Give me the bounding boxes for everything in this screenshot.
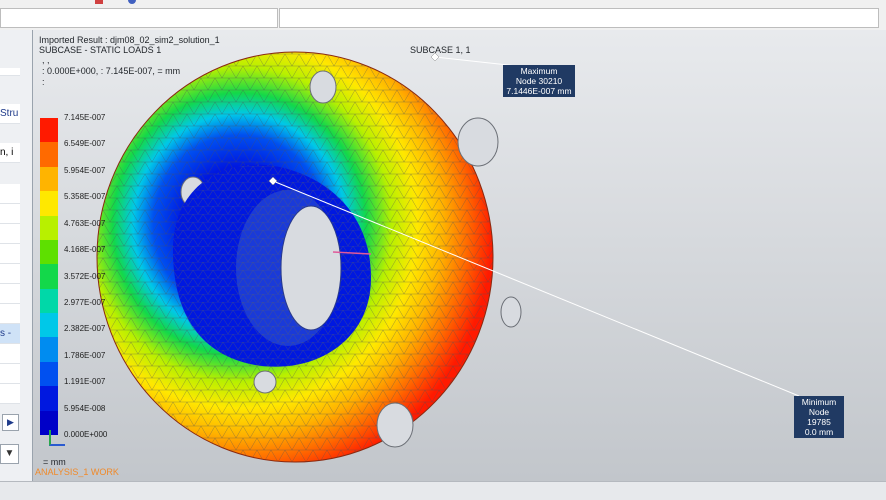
result-title: Imported Result : djm08_02_sim2_solution… bbox=[39, 35, 220, 45]
result-range: : 0.000E+000, : 7.145E-007, = mm bbox=[42, 66, 181, 76]
blue-tool-icon[interactable] bbox=[128, 0, 136, 4]
scale-label: 1.786E-007 bbox=[64, 350, 106, 360]
tree-row[interactable] bbox=[0, 284, 20, 304]
scale-swatch bbox=[40, 313, 58, 338]
min-title: Minimum bbox=[801, 397, 837, 407]
min-callout: Minimum Node 19785 0.0 mm bbox=[794, 396, 844, 438]
scale-label: 7.145E-007 bbox=[64, 113, 106, 122]
header-line: : bbox=[42, 77, 45, 87]
scale-label: 4.168E-007 bbox=[64, 245, 106, 255]
status-bar bbox=[0, 481, 886, 500]
tree-row[interactable] bbox=[0, 344, 20, 364]
scale-swatch bbox=[40, 191, 58, 217]
scale-swatch bbox=[40, 215, 58, 241]
tree-row[interactable] bbox=[0, 384, 20, 404]
toolbar bbox=[0, 0, 886, 31]
navigator-panel: Stru n, i s - ▶ ▼ bbox=[0, 30, 33, 481]
triad-icon[interactable] bbox=[49, 430, 65, 446]
min-value: 0.0 mm bbox=[804, 427, 834, 437]
tree-row-selected[interactable]: s - bbox=[0, 324, 20, 344]
tree-row[interactable] bbox=[0, 264, 20, 284]
tree-row[interactable] bbox=[0, 364, 20, 384]
scale-label: 5.954E-008 bbox=[64, 403, 106, 413]
tree-row[interactable]: n, i bbox=[0, 143, 20, 163]
toolbar-field[interactable] bbox=[0, 8, 278, 28]
scale-swatch bbox=[40, 337, 58, 363]
color-scale: 7.145E-007 6.549E-007 5.954E-007 5.358E-007… bbox=[40, 113, 107, 439]
scale-label: 6.549E-007 bbox=[64, 139, 106, 149]
max-title: Maximum bbox=[520, 66, 558, 76]
max-callout: Maximum Node 30210 7.1446E-007 mm bbox=[503, 65, 575, 97]
scale-label: 3.572E-007 bbox=[64, 271, 106, 281]
scale-label: 4.763E-007 bbox=[64, 218, 106, 228]
scale-label: 0.000E+000 bbox=[64, 430, 108, 439]
scale-label: 5.358E-007 bbox=[64, 192, 106, 202]
subcase-label: SUBCASE 1, 1 bbox=[410, 45, 471, 55]
scale-swatch bbox=[40, 166, 58, 192]
scale-unit: = mm bbox=[43, 457, 66, 467]
scale-swatch bbox=[40, 142, 58, 168]
tree-row[interactable] bbox=[0, 184, 20, 204]
tree-row[interactable] bbox=[0, 244, 20, 264]
scale-swatch bbox=[40, 239, 58, 265]
scale-swatch bbox=[40, 264, 58, 290]
graphics-viewport[interactable]: Imported Result : djm08_02_sim2_solution… bbox=[33, 30, 886, 481]
scale-label: 1.191E-007 bbox=[64, 377, 106, 387]
subcase-title: SUBCASE - STATIC LOADS 1 bbox=[39, 45, 162, 55]
tree-row[interactable] bbox=[0, 224, 20, 244]
min-node: Node 19785 bbox=[807, 407, 831, 427]
max-node: Node 30210 bbox=[515, 76, 563, 86]
tree-row[interactable] bbox=[0, 204, 20, 224]
max-value: 7.1446E-007 mm bbox=[506, 86, 572, 96]
tree-row[interactable] bbox=[0, 304, 20, 324]
chevron-down-icon[interactable]: ▼ bbox=[0, 444, 19, 464]
scale-label: 2.382E-007 bbox=[64, 324, 106, 334]
scale-label: 5.954E-007 bbox=[64, 165, 106, 175]
fea-model[interactable] bbox=[33, 30, 886, 481]
tree-row-structure[interactable]: Stru bbox=[0, 104, 20, 124]
tree-row[interactable] bbox=[0, 68, 20, 76]
scale-swatch bbox=[40, 361, 58, 387]
command-finder-field[interactable] bbox=[279, 8, 879, 28]
scroll-right-icon[interactable]: ▶ bbox=[2, 414, 19, 431]
scale-label: 2.977E-007 bbox=[64, 297, 106, 307]
status-label: ANALYSIS_1 WORK bbox=[35, 467, 119, 477]
red-tool-icon[interactable] bbox=[95, 0, 103, 4]
scale-swatch bbox=[40, 386, 58, 412]
scale-swatch bbox=[40, 118, 58, 143]
scale-swatch bbox=[40, 288, 58, 314]
header-line: , , bbox=[42, 55, 50, 65]
